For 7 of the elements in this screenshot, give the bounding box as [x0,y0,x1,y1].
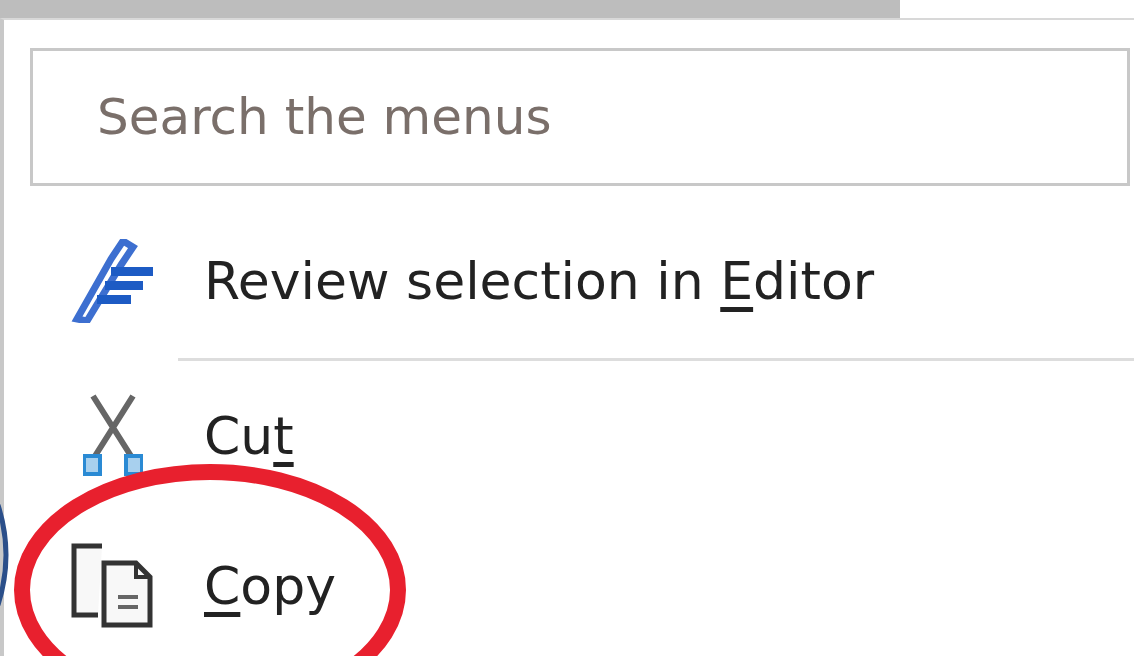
scissors-icon [83,394,143,478]
menu-item-label[interactable]: Cut [204,397,294,475]
menu-item-label[interactable]: Copy [204,547,336,625]
search-field[interactable]: Search the menus [30,48,1130,186]
copy-icon [70,543,156,629]
pen-icon [71,239,155,323]
menu-item-label[interactable]: Review selection in Editor [204,242,875,320]
